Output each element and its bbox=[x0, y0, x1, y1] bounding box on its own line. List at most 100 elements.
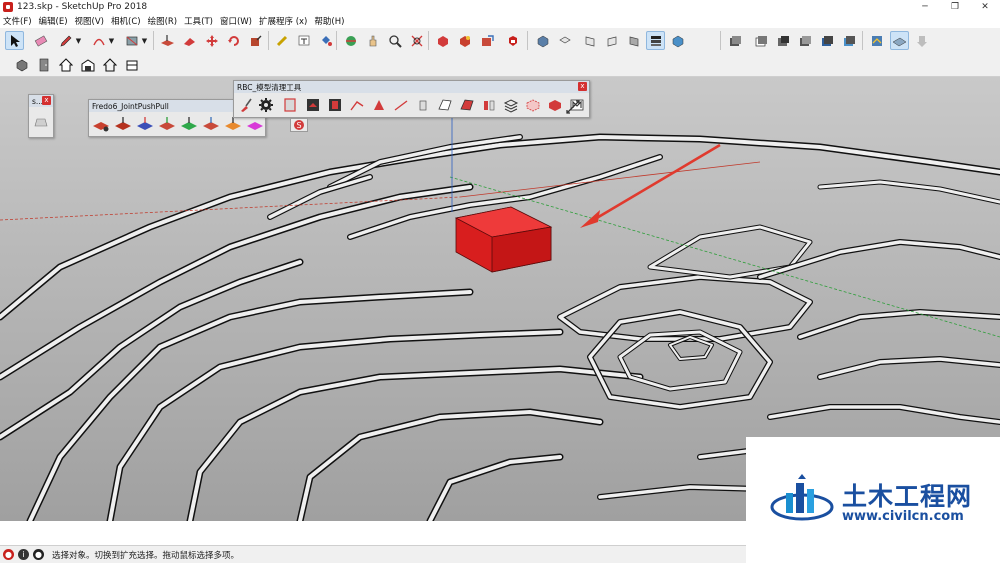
menu-file[interactable]: 文件(F) bbox=[3, 15, 32, 27]
paint-bucket-icon[interactable] bbox=[316, 31, 335, 50]
delete-cylinder-icon[interactable] bbox=[414, 96, 432, 114]
title-bar: 123.skp - SketchUp Pro 2018 ─ ❐ ✕ bbox=[0, 0, 1000, 14]
measure-arrows-icon[interactable] bbox=[564, 98, 582, 116]
pencil-dropdown-icon[interactable]: ▼ bbox=[74, 31, 83, 50]
menu-view[interactable]: 视图(V) bbox=[75, 15, 104, 27]
house-icon[interactable] bbox=[56, 55, 75, 74]
delete-empty-groups-icon[interactable] bbox=[480, 96, 498, 114]
stamp-tool-icon[interactable] bbox=[912, 31, 931, 50]
pencil-tool-icon[interactable] bbox=[56, 31, 75, 50]
rectangle-dropdown-icon[interactable]: ▼ bbox=[140, 31, 149, 50]
zoom-tool-icon[interactable] bbox=[385, 31, 404, 50]
push-pull-tool-icon[interactable] bbox=[158, 31, 177, 50]
menu-camera[interactable]: 相机(C) bbox=[111, 15, 141, 27]
menu-extensions[interactable]: 扩展程序 (x) bbox=[259, 15, 307, 27]
warehouse-component-icon[interactable] bbox=[12, 55, 31, 74]
rbc-cleanup-header[interactable]: RBC_模型清理工具 x bbox=[234, 81, 589, 93]
civilcn-logo-icon bbox=[770, 474, 834, 521]
pan-tool-icon[interactable] bbox=[363, 31, 382, 50]
share-component-icon[interactable] bbox=[455, 31, 474, 50]
share-model-icon[interactable] bbox=[477, 31, 496, 50]
delete-hidden-icon[interactable] bbox=[524, 96, 542, 114]
status-message: 选择对象。切换到扩充选择。拖动鼠标选择多项。 bbox=[52, 550, 240, 561]
joint-push-pull-icon[interactable] bbox=[92, 115, 110, 133]
delete-edges-icon[interactable] bbox=[392, 96, 410, 114]
top-view-icon[interactable] bbox=[555, 31, 574, 50]
front-view-icon[interactable] bbox=[580, 31, 599, 50]
sketchup-window: 123.skp - SketchUp Pro 2018 ─ ❐ ✕ 文件(F) … bbox=[0, 0, 1000, 563]
brush-icon[interactable] bbox=[237, 96, 255, 114]
window-title: 123.skp - SketchUp Pro 2018 bbox=[17, 2, 148, 12]
layer-tool-icon-2[interactable] bbox=[751, 31, 770, 50]
info-icon[interactable]: i bbox=[18, 549, 29, 560]
rectangle-tool-icon[interactable] bbox=[122, 31, 141, 50]
text-tool-icon[interactable] bbox=[294, 31, 313, 50]
select-tool-icon[interactable] bbox=[5, 31, 24, 50]
delete-cones-icon[interactable] bbox=[370, 96, 388, 114]
follow-push-pull-icon[interactable] bbox=[180, 115, 198, 133]
rbc-cleanup-title: RBC_模型清理工具 bbox=[237, 82, 302, 92]
delete-lines-icon[interactable] bbox=[348, 96, 366, 114]
gear-icon[interactable] bbox=[257, 96, 275, 114]
drape-tool-icon[interactable] bbox=[890, 31, 909, 50]
svg-text:S: S bbox=[297, 121, 302, 130]
rbc-cleanup-panel: RBC_模型清理工具 x bbox=[233, 80, 590, 118]
zoom-extents-icon[interactable] bbox=[407, 31, 426, 50]
menu-tools[interactable]: 工具(T) bbox=[184, 15, 213, 27]
delete-red-faces-icon[interactable] bbox=[458, 96, 476, 114]
door-icon[interactable] bbox=[34, 55, 53, 74]
home-outline-icon[interactable] bbox=[100, 55, 119, 74]
iso-view-icon[interactable] bbox=[533, 31, 552, 50]
rbc-cleanup-close-button[interactable]: x bbox=[578, 82, 587, 91]
right-view-icon[interactable] bbox=[602, 31, 621, 50]
delete-materials-icon[interactable] bbox=[546, 96, 564, 114]
warehouse-3d-icon[interactable] bbox=[433, 31, 452, 50]
watermark-logo: 土木工程网 www.civilcn.com bbox=[746, 437, 1000, 563]
minimize-button[interactable]: ─ bbox=[910, 0, 940, 14]
purge-components-icon[interactable] bbox=[281, 96, 299, 114]
layer-tool-icon-3[interactable] bbox=[773, 31, 792, 50]
window-controls: ─ ❐ ✕ bbox=[910, 0, 1000, 14]
rbc-extra-icon[interactable]: S bbox=[290, 118, 308, 132]
menu-window[interactable]: 窗口(W) bbox=[220, 15, 252, 27]
watermark-site-name: 土木工程网 bbox=[842, 482, 973, 511]
delete-faces-icon[interactable] bbox=[304, 96, 322, 114]
move-tool-icon[interactable] bbox=[202, 31, 221, 50]
layer-tool-icon-6[interactable] bbox=[839, 31, 858, 50]
georeference-icon[interactable]: ● bbox=[3, 549, 14, 560]
restore-button[interactable]: ❐ bbox=[940, 0, 970, 14]
layer-tool-icon-5[interactable] bbox=[817, 31, 836, 50]
small-panel-close-button[interactable]: x bbox=[42, 96, 51, 105]
user-icon[interactable]: ● bbox=[33, 549, 44, 560]
extrude-push-pull-icon[interactable] bbox=[158, 115, 176, 133]
window-frame-icon[interactable] bbox=[122, 55, 141, 74]
eraser-tool-icon[interactable] bbox=[31, 31, 50, 50]
layers-stack-icon[interactable] bbox=[502, 96, 520, 114]
menu-help[interactable]: 帮助(H) bbox=[314, 15, 344, 27]
textured-style-icon[interactable] bbox=[668, 31, 687, 50]
scale-tool-icon[interactable] bbox=[246, 31, 265, 50]
menu-draw[interactable]: 绘图(R) bbox=[148, 15, 178, 27]
shaded-style-icon[interactable] bbox=[646, 31, 665, 50]
vector-push-pull-icon[interactable] bbox=[114, 115, 132, 133]
layer-tool-icon-1[interactable] bbox=[725, 31, 744, 50]
delete-planes-icon[interactable] bbox=[436, 96, 454, 114]
arc-dropdown-icon[interactable]: ▼ bbox=[107, 31, 116, 50]
rotate-tool-icon[interactable] bbox=[224, 31, 243, 50]
garage-icon[interactable] bbox=[78, 55, 97, 74]
menu-edit[interactable]: 编辑(E) bbox=[39, 15, 68, 27]
sandbox-tool-icon[interactable] bbox=[867, 31, 886, 50]
follow-me-tool-icon[interactable] bbox=[180, 31, 199, 50]
arc-tool-icon[interactable] bbox=[89, 31, 108, 50]
back-view-icon[interactable] bbox=[624, 31, 643, 50]
orbit-tool-icon[interactable] bbox=[341, 31, 360, 50]
close-button[interactable]: ✕ bbox=[970, 0, 1000, 14]
extension-warehouse-icon[interactable] bbox=[503, 31, 522, 50]
small-panel-header[interactable]: s... x bbox=[29, 95, 53, 107]
layer-tool-icon-4[interactable] bbox=[795, 31, 814, 50]
stamp-shape-icon[interactable] bbox=[32, 113, 50, 131]
thicken-push-pull-icon[interactable] bbox=[202, 115, 220, 133]
delete-groups-icon[interactable] bbox=[326, 96, 344, 114]
tape-measure-icon[interactable] bbox=[272, 31, 291, 50]
normal-push-pull-icon[interactable] bbox=[136, 115, 154, 133]
